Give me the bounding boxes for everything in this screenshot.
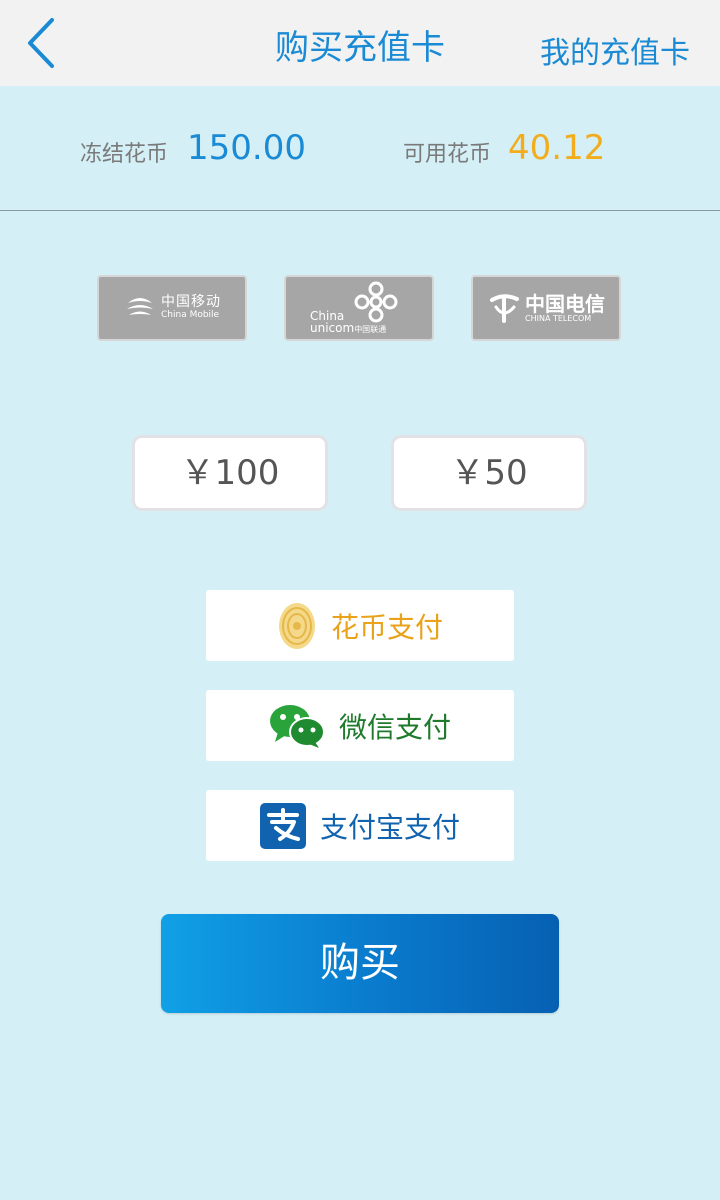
my-cards-link[interactable]: 我的充值卡	[540, 28, 690, 72]
carrier-cn-name: 中国移动	[161, 294, 221, 311]
pay-with-huabi-button[interactable]: 花币支付	[206, 590, 514, 661]
amount-option-50[interactable]: ￥50	[391, 435, 587, 511]
pay-with-wechat-button[interactable]: 微信支付	[206, 690, 514, 761]
china-mobile-logo	[127, 298, 153, 315]
frozen-coins-value: 150.00	[187, 128, 306, 168]
carrier-en-name: China Mobile	[161, 309, 220, 320]
pay-method-label: 支付宝支付	[319, 810, 460, 844]
carrier-china-unicom[interactable]: China unicom中国联通	[284, 275, 434, 341]
carrier-china-telecom[interactable]: 中国电信 CHINA TELECOM	[471, 275, 621, 341]
title-bar: 购买充值卡 我的充值卡	[0, 0, 720, 86]
frozen-coins-label: 冻结花币	[80, 142, 169, 167]
china-telecom-logo	[490, 294, 519, 323]
alipay-icon	[259, 802, 306, 849]
pay-method-label: 微信支付	[338, 710, 451, 744]
huabi-coin-icon	[278, 602, 315, 649]
carrier-cn-name: 中国电信	[525, 291, 605, 316]
back-button[interactable]	[18, 14, 68, 72]
carrier-china-mobile[interactable]: 中国移动 China Mobile	[97, 275, 247, 341]
buy-button[interactable]: 购买	[161, 914, 559, 1013]
carrier-en-name: CHINA TELECOM	[525, 313, 592, 323]
available-coins-label: 可用花币	[403, 142, 492, 167]
chevron-left-icon	[28, 18, 54, 68]
wechat-icon	[269, 704, 325, 748]
china-unicom-logo	[354, 281, 398, 323]
pay-with-alipay-button[interactable]: 支付宝支付	[206, 790, 514, 861]
available-coins-value: 40.12	[508, 128, 606, 168]
balance-section: 冻结花币 150.00 可用花币 40.12	[0, 86, 720, 211]
pay-method-label: 花币支付	[330, 610, 443, 644]
carrier-cn-name: 中国联通	[354, 325, 387, 334]
amount-option-100[interactable]: ￥100	[132, 435, 328, 511]
carrier-en-name-2: unicom	[310, 321, 355, 335]
